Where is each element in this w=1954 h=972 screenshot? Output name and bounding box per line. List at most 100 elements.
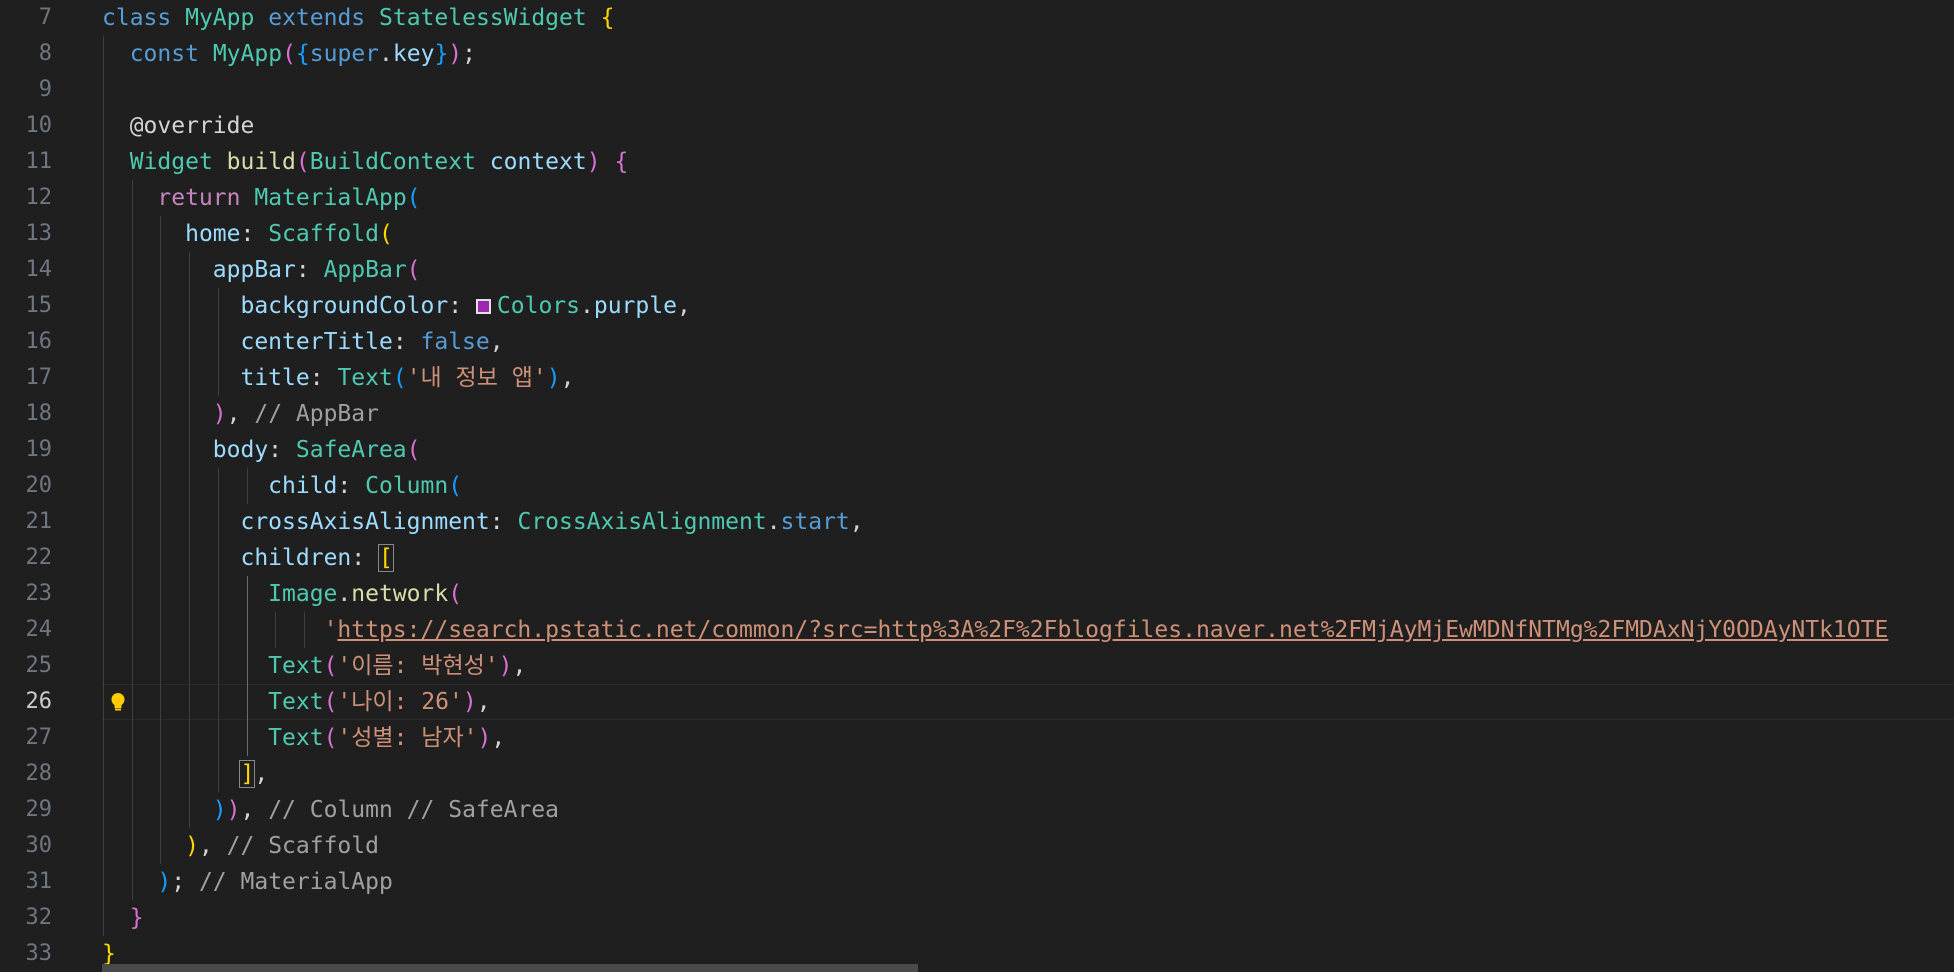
line-number: 15	[25, 293, 53, 318]
code-text: Image.network(	[102, 580, 462, 608]
code-text: Text('성별: 남자'),	[102, 724, 505, 752]
code-token: const	[129, 41, 199, 67]
line-number: 24	[25, 617, 53, 642]
code-token: ;	[171, 869, 199, 895]
line-number: 29	[25, 797, 53, 822]
code-line[interactable]: 22 children: [	[0, 540, 1954, 576]
code-token: (	[392, 365, 407, 391]
code-token: CrossAxisAlignment	[517, 509, 767, 535]
code-token: key	[392, 41, 435, 67]
code-token: (	[448, 581, 463, 607]
code-text: Text('나이: 26'),	[102, 688, 491, 716]
code-line[interactable]: 13 home: Scaffold(	[0, 216, 1954, 252]
code-token: MaterialApp	[254, 185, 407, 211]
code-line[interactable]: 8 const MyApp({super.key});	[0, 36, 1954, 72]
line-number: 20	[25, 473, 53, 498]
code-token: )	[157, 869, 172, 895]
code-token: home	[185, 221, 241, 247]
code-line[interactable]: 32 }	[0, 900, 1954, 936]
code-line[interactable]: 19 body: SafeArea(	[0, 432, 1954, 468]
code-line[interactable]: 21 crossAxisAlignment: CrossAxisAlignmen…	[0, 504, 1954, 540]
code-token: context	[489, 149, 587, 175]
code-token: network	[351, 581, 449, 607]
code-line[interactable]: 28 ],	[0, 756, 1954, 792]
code-line[interactable]: 16 centerTitle: false,	[0, 324, 1954, 360]
code-line[interactable]: 26 Text('나이: 26'),	[0, 684, 1954, 720]
code-line[interactable]: 24 'https://search.pstatic.net/common/?s…	[0, 612, 1954, 648]
code-line[interactable]: 23 Image.network(	[0, 576, 1954, 612]
code-line[interactable]: 14 appBar: AppBar(	[0, 252, 1954, 288]
code-text: )), // Column // SafeArea	[102, 796, 559, 824]
code-line[interactable]: 25 Text('이름: 박현성'),	[0, 648, 1954, 684]
line-number: 18	[25, 401, 53, 426]
code-token: :	[295, 257, 324, 283]
code-token: Scaffold	[268, 221, 379, 247]
code-text: Text('이름: 박현성'),	[102, 652, 526, 680]
code-token: ,	[560, 365, 575, 391]
code-text: 'https://search.pstatic.net/common/?src=…	[102, 616, 1889, 644]
code-token: (	[448, 473, 463, 499]
line-number: 12	[25, 185, 53, 210]
code-token: Text	[268, 689, 324, 715]
code-line[interactable]: 31 ); // MaterialApp	[0, 864, 1954, 900]
code-token: :	[448, 293, 476, 319]
color-swatch[interactable]	[475, 299, 491, 314]
code-editor[interactable]: 7 class MyApp extends StatelessWidget {8 …	[0, 0, 1954, 972]
code-token: // Column // SafeArea	[268, 797, 559, 823]
line-number: 21	[25, 509, 53, 534]
code-token: Text	[268, 725, 324, 751]
code-token: (	[378, 221, 393, 247]
code-token: SafeArea	[295, 437, 407, 463]
code-token: ,	[849, 509, 864, 535]
code-line[interactable]: 12 return MaterialApp(	[0, 180, 1954, 216]
code-token: ,	[226, 401, 255, 427]
code-line[interactable]: 29 )), // Column // SafeArea	[0, 792, 1954, 828]
code-line[interactable]: 9	[0, 72, 1954, 108]
code-token: (	[282, 41, 296, 67]
line-number: 16	[25, 329, 53, 354]
code-token: ,	[240, 797, 269, 823]
code-token: Widget	[129, 149, 213, 175]
code-token: // Scaffold	[226, 833, 379, 859]
code-line[interactable]: 11 Widget build(BuildContext context) {	[0, 144, 1954, 180]
code-token: Image	[268, 581, 338, 607]
code-token: class	[102, 5, 172, 31]
code-token: )	[226, 797, 241, 823]
code-token: )	[448, 41, 463, 67]
code-line[interactable]: 18 ), // AppBar	[0, 396, 1954, 432]
code-line[interactable]: 10 @override	[0, 108, 1954, 144]
code-token: Text	[337, 365, 393, 391]
code-line[interactable]: 15 backgroundColor: Colors.purple,	[0, 288, 1954, 324]
code-token: children	[240, 545, 352, 571]
code-token: ,	[476, 689, 491, 715]
code-line[interactable]: 30 ), // Scaffold	[0, 828, 1954, 864]
horizontal-scrollbar[interactable]	[102, 964, 918, 972]
code-token: (	[323, 725, 338, 751]
code-token: MyApp	[185, 5, 255, 31]
code-line[interactable]: 27 Text('성별: 남자'),	[0, 720, 1954, 756]
code-line[interactable]: 7 class MyApp extends StatelessWidget {	[0, 0, 1954, 36]
code-token: child	[268, 473, 338, 499]
code-token: title	[240, 365, 310, 391]
code-line[interactable]: 20 child: Column(	[0, 468, 1954, 504]
code-token: super	[309, 41, 380, 67]
code-token: Colors	[496, 293, 580, 319]
code-token: )	[185, 833, 199, 859]
code-line[interactable]: 17 title: Text('내 정보 앱'),	[0, 360, 1954, 396]
code-token: {	[295, 41, 310, 67]
code-token: )	[212, 797, 227, 823]
code-text: ), // AppBar	[102, 400, 379, 428]
